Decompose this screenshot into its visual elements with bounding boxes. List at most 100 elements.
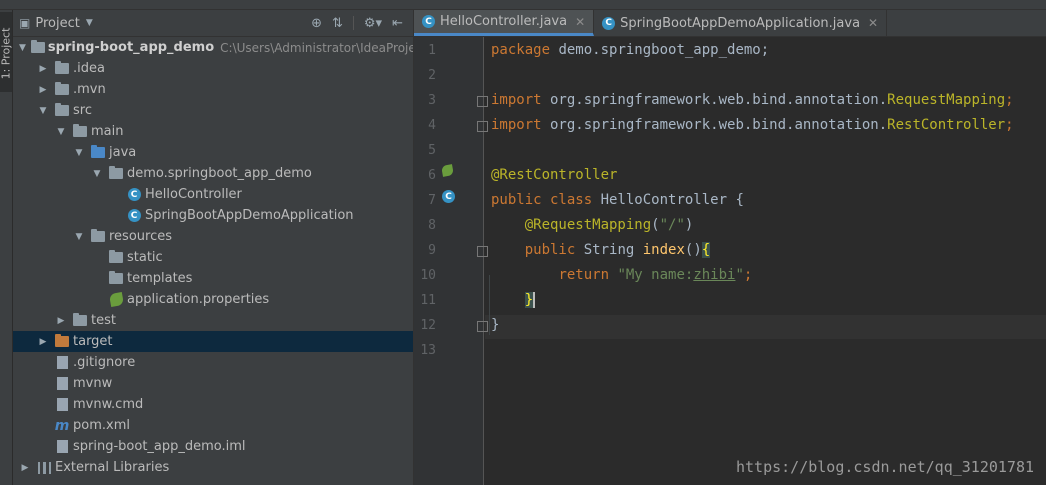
tree-item[interactable]: ▶ .idea bbox=[13, 58, 413, 79]
libraries-icon bbox=[36, 461, 52, 475]
tree-item-label: java bbox=[109, 145, 137, 160]
fold-marker[interactable] bbox=[477, 246, 488, 257]
resources-folder-icon bbox=[90, 229, 106, 244]
title-bar-strip bbox=[0, 0, 1046, 10]
code-line-11: } bbox=[524, 292, 536, 308]
chevron-down-icon[interactable]: ▼ bbox=[19, 43, 26, 53]
chevron-right-icon[interactable]: ▶ bbox=[55, 316, 67, 326]
tree-item[interactable]: ▶templates bbox=[13, 268, 413, 289]
spring-bean-icon[interactable] bbox=[441, 164, 454, 180]
tree-item[interactable]: ▶ test bbox=[13, 310, 413, 331]
tab-label: SpringBootAppDemoApplication.java bbox=[620, 15, 861, 31]
chevron-down-icon[interactable]: ▼ bbox=[73, 148, 85, 158]
project-tree: ▼ spring-boot_app_demo C:\Users\Administra… bbox=[13, 37, 437, 478]
chevron-right-icon[interactable]: ▶ bbox=[37, 64, 49, 74]
tree-item[interactable]: ▼ spring-boot_app_demo C:\Users\Administra… bbox=[13, 37, 437, 58]
tree-item-label: .gitignore bbox=[73, 355, 136, 370]
tree-item-label: target bbox=[73, 334, 113, 349]
package-folder-icon bbox=[108, 166, 124, 181]
line-number: 3 bbox=[428, 93, 436, 108]
chevron-down-icon[interactable]: ▼ bbox=[91, 169, 103, 179]
tree-item-label: spring-boot_app_demo bbox=[47, 40, 215, 55]
code-line-3: import org.springframework.web.bind.anno… bbox=[491, 92, 1014, 108]
project-tool-tab-label: 1: Project bbox=[0, 27, 13, 80]
left-tool-strip: 1: Project bbox=[0, 10, 13, 485]
close-icon[interactable]: ✕ bbox=[868, 16, 878, 30]
tree-item[interactable]: ▶mvnw bbox=[13, 373, 413, 394]
fold-marker[interactable] bbox=[477, 96, 488, 107]
spring-controller-icon[interactable]: C bbox=[442, 190, 455, 203]
line-number: 2 bbox=[428, 68, 436, 83]
editor-gutter: 1 2 3 4 5 6 7 8 9 10 11 12 13 C bbox=[414, 37, 488, 485]
tree-item-label: SpringBootAppDemoApplication bbox=[145, 208, 354, 223]
tree-item[interactable]: ▶application.properties bbox=[13, 289, 413, 310]
file-icon bbox=[54, 356, 70, 370]
chevron-down-icon[interactable]: ▼ bbox=[73, 232, 85, 242]
folder-icon bbox=[72, 313, 88, 328]
fold-marker[interactable] bbox=[477, 321, 488, 332]
tree-item-label: src bbox=[73, 103, 92, 118]
spring-leaf-icon bbox=[108, 291, 124, 308]
spring-class-icon: C bbox=[126, 209, 142, 223]
folder-icon bbox=[54, 61, 70, 76]
tree-item[interactable]: ▶spring-boot_app_demo.iml bbox=[13, 436, 413, 457]
tree-item[interactable]: ▶ target bbox=[13, 331, 413, 352]
tree-item[interactable]: ▶CHelloController bbox=[13, 184, 413, 205]
code-area[interactable]: 1 2 3 4 5 6 7 8 9 10 11 12 13 C package … bbox=[414, 37, 1046, 485]
fold-marker[interactable] bbox=[477, 121, 488, 132]
tab-hello-controller[interactable]: C HelloController.java ✕ bbox=[414, 10, 595, 36]
tree-item[interactable]: ▶static bbox=[13, 247, 413, 268]
tree-item[interactable]: ▶ .mvn bbox=[13, 79, 413, 100]
tree-item[interactable]: ▼ java bbox=[13, 142, 413, 163]
folder-icon bbox=[54, 103, 70, 118]
tree-item[interactable]: ▼ src bbox=[13, 100, 413, 121]
line-number: 6 bbox=[428, 168, 436, 183]
code-line-1: package demo.springboot_app_demo; bbox=[491, 42, 770, 58]
tree-item-label: main bbox=[91, 124, 124, 139]
tree-item[interactable]: ▶.gitignore bbox=[13, 352, 413, 373]
project-panel: ▣ Project ▼ ⊕ ⇅ ⚙▾ ⇤ ▼ spring-boot_app_de… bbox=[13, 10, 437, 485]
code-line-4: import org.springframework.web.bind.anno… bbox=[491, 117, 1014, 133]
file-icon bbox=[54, 377, 70, 391]
tab-springboot-app[interactable]: C SpringBootAppDemoApplication.java ✕ bbox=[594, 10, 888, 36]
file-icon bbox=[54, 440, 70, 454]
line-number: 5 bbox=[428, 143, 436, 158]
spring-class-icon: C bbox=[602, 16, 616, 30]
project-view-selector[interactable]: Project bbox=[35, 16, 79, 31]
chevron-right-icon[interactable]: ▶ bbox=[37, 337, 49, 347]
chevron-down-icon[interactable]: ▼ bbox=[37, 106, 49, 116]
project-tool-tab[interactable]: 1: Project bbox=[0, 12, 13, 92]
line-number: 11 bbox=[420, 293, 436, 308]
editor-tabs: C HelloController.java ✕ C SpringBootApp… bbox=[414, 10, 1046, 37]
collapse-all-icon[interactable]: ⇅ bbox=[332, 16, 343, 31]
tree-item-label: resources bbox=[109, 229, 173, 244]
code-line-9: public String index(){ bbox=[524, 242, 711, 258]
tree-item[interactable]: ▼ main bbox=[13, 121, 413, 142]
chevron-down-icon[interactable]: ▼ bbox=[55, 127, 67, 137]
tree-item[interactable]: ▶CSpringBootAppDemoApplication bbox=[13, 205, 413, 226]
close-icon[interactable]: ✕ bbox=[575, 15, 585, 29]
tree-item-label: mvnw bbox=[73, 376, 113, 391]
tree-item-label: static bbox=[127, 250, 163, 265]
hide-panel-icon[interactable]: ⇤ bbox=[392, 16, 403, 31]
tree-item[interactable]: ▼ demo.springboot_app_demo bbox=[13, 163, 413, 184]
watermark: https://blog.csdn.net/qq_31201781 bbox=[735, 458, 1034, 476]
tree-item-label: External Libraries bbox=[55, 460, 170, 475]
line-number: 9 bbox=[428, 243, 436, 258]
tree-item[interactable]: ▶ External Libraries bbox=[13, 457, 413, 478]
locate-file-icon[interactable]: ⊕ bbox=[311, 16, 322, 31]
tree-item[interactable]: ▶mvnw.cmd bbox=[13, 394, 413, 415]
tree-item-label: mvnw.cmd bbox=[73, 397, 144, 412]
chevron-down-icon[interactable]: ▼ bbox=[86, 18, 93, 28]
indent-guide bbox=[489, 275, 490, 335]
tree-item[interactable]: ▼ resources bbox=[13, 226, 413, 247]
line-number: 13 bbox=[420, 343, 436, 358]
chevron-right-icon[interactable]: ▶ bbox=[19, 463, 31, 473]
chevron-right-icon[interactable]: ▶ bbox=[37, 85, 49, 95]
class-icon: C bbox=[422, 15, 435, 28]
gear-icon[interactable]: ⚙▾ bbox=[364, 16, 382, 31]
tree-item[interactable]: ▶mpom.xml bbox=[13, 415, 413, 436]
folder-icon bbox=[54, 82, 70, 97]
folder-icon bbox=[108, 250, 124, 265]
tree-item-label: spring-boot_app_demo.iml bbox=[73, 439, 246, 454]
